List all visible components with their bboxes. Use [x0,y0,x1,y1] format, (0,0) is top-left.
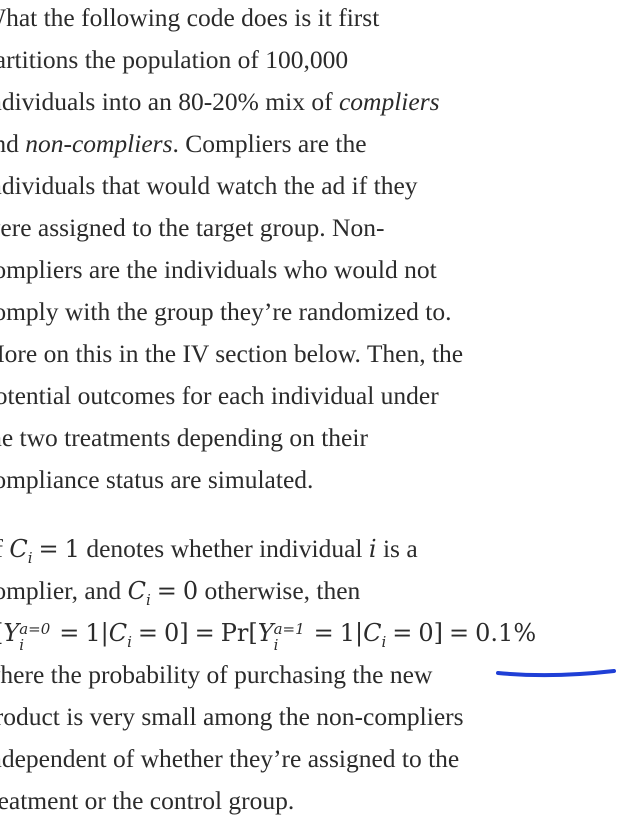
text-line: partitions the population of 100,000 [0,45,349,74]
text-line: where the probability of purchasing the … [0,660,433,689]
article-text: What the following code does is it first… [0,0,620,833]
text-line: and non-compliers. Compliers are the [0,129,367,158]
text-line: treatment or the control group. [0,786,295,815]
text-line: More on this in the IV section below. Th… [0,339,464,368]
math-expression: Ci = 1 [9,535,80,567]
text-line: complier, and Ci=0 otherwise, then [0,576,361,609]
term-compliers: compliers [338,87,440,116]
display-equation: Pr[Ya=0i=1|Ci=0]=Pr[Ya=1i=1|Ci=0]=0.1% [0,619,537,654]
text-line: individuals that would watch the ad if t… [0,171,418,200]
handwritten-underline [496,669,616,678]
text-line: individuals into an 80-20% mix of compli… [0,87,440,116]
text-line: potential outcomes for each individual u… [0,381,439,410]
text-line: If Ci=1 denotes whether individual i is … [0,534,418,567]
term-non-compliers: non-compliers [25,129,173,158]
text-line: compliers are the individuals who would … [0,255,437,284]
text-line: were assigned to the target group. Non- [0,213,385,242]
text-line: compliance status are simulated. [0,465,314,494]
math-expression: Ci = 0 [127,577,199,609]
text-line: the two treatments depending on their [0,423,368,452]
text-line: independent of whether they’re assigned … [0,744,460,773]
text-line: What the following code does is it first [0,3,380,32]
text-line: comply with the group they’re randomized… [0,297,452,326]
percent-value: 0.1% [475,619,537,647]
text-line: product is very small among the non-comp… [0,702,464,731]
